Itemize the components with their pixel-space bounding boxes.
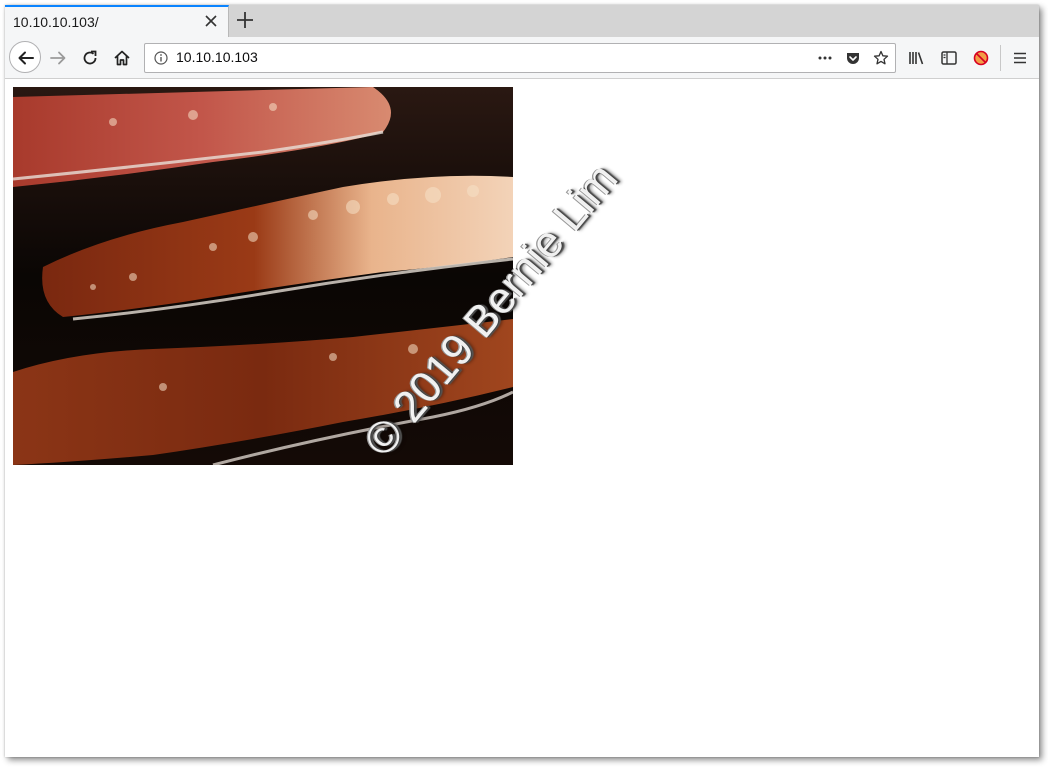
- navigation-toolbar: 10.10.10.103: [5, 37, 1039, 79]
- arrow-left-icon: [18, 51, 34, 65]
- toolbar-separator: [1000, 45, 1001, 71]
- pocket-icon[interactable]: [845, 50, 861, 66]
- url-bar[interactable]: 10.10.10.103: [144, 43, 896, 73]
- library-icon[interactable]: [908, 49, 926, 67]
- back-button[interactable]: [9, 41, 41, 73]
- star-icon[interactable]: [873, 50, 889, 66]
- info-icon[interactable]: [154, 51, 168, 65]
- forward-icon[interactable]: [49, 49, 67, 67]
- close-icon[interactable]: [203, 13, 219, 29]
- url-text[interactable]: 10.10.10.103: [176, 49, 258, 65]
- plus-icon[interactable]: [235, 10, 255, 30]
- page-content: © 2019 Bernie Lim: [5, 79, 1039, 757]
- blocked-addon-icon[interactable]: [972, 49, 990, 67]
- reload-icon[interactable]: [81, 49, 99, 67]
- tab-title: 10.10.10.103/: [13, 14, 99, 30]
- home-icon[interactable]: [113, 49, 131, 67]
- menu-icon[interactable]: [1011, 49, 1029, 67]
- tab-strip: 10.10.10.103/: [5, 5, 1039, 37]
- tab-active[interactable]: 10.10.10.103/: [5, 5, 229, 37]
- browser-window: 10.10.10.103/ 10.10.10.103 © 2019 Bernie…: [5, 5, 1039, 757]
- sidebar-icon[interactable]: [940, 49, 958, 67]
- more-actions-icon[interactable]: [817, 50, 833, 66]
